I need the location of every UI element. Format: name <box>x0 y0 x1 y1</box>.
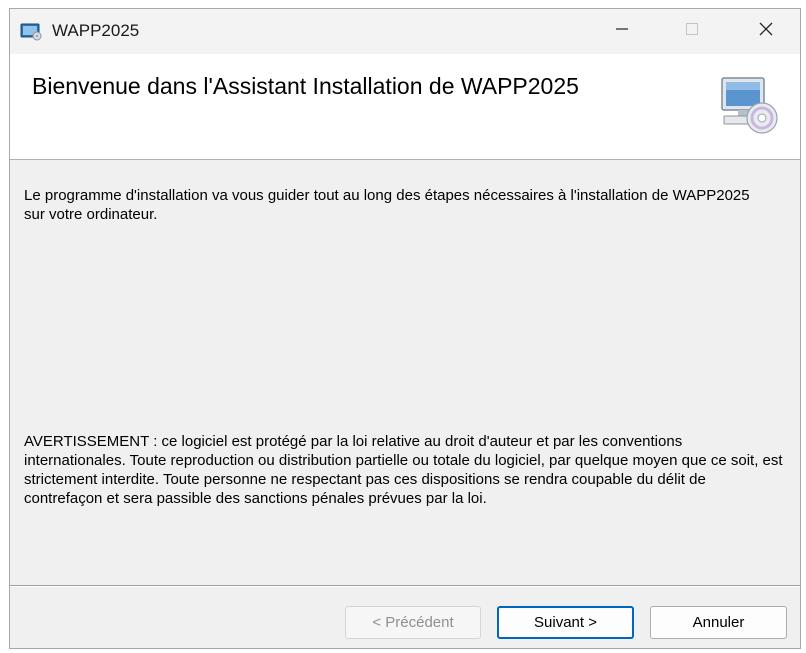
footer-divider <box>10 585 800 587</box>
cancel-button[interactable]: Annuler <box>650 606 787 639</box>
intro-text: Le programme d'installation va vous guid… <box>24 187 750 223</box>
installer-window: WAPP2025 Bienvenue dans l'Assistant Inst… <box>9 8 801 649</box>
copyright-warning: AVERTISSEMENT : ce logiciel est protégé … <box>24 433 783 507</box>
installer-app-icon <box>20 23 42 41</box>
wizard-body: Le programme d'installation va vous guid… <box>10 160 800 585</box>
close-icon <box>758 21 774 42</box>
computer-disc-icon <box>716 72 780 136</box>
title-bar[interactable]: WAPP2025 <box>10 9 800 54</box>
maximize-icon <box>685 22 699 41</box>
window-title: WAPP2025 <box>52 21 140 40</box>
wizard-header: Bienvenue dans l'Assistant Installation … <box>10 54 800 160</box>
close-button[interactable] <box>734 9 798 54</box>
minimize-icon <box>615 22 629 41</box>
maximize-button[interactable] <box>660 9 724 54</box>
next-button[interactable]: Suivant > <box>497 606 634 639</box>
previous-button[interactable]: < Précédent <box>345 606 481 639</box>
page-title: Bienvenue dans l'Assistant Installation … <box>32 73 579 99</box>
minimize-button[interactable] <box>590 9 654 54</box>
